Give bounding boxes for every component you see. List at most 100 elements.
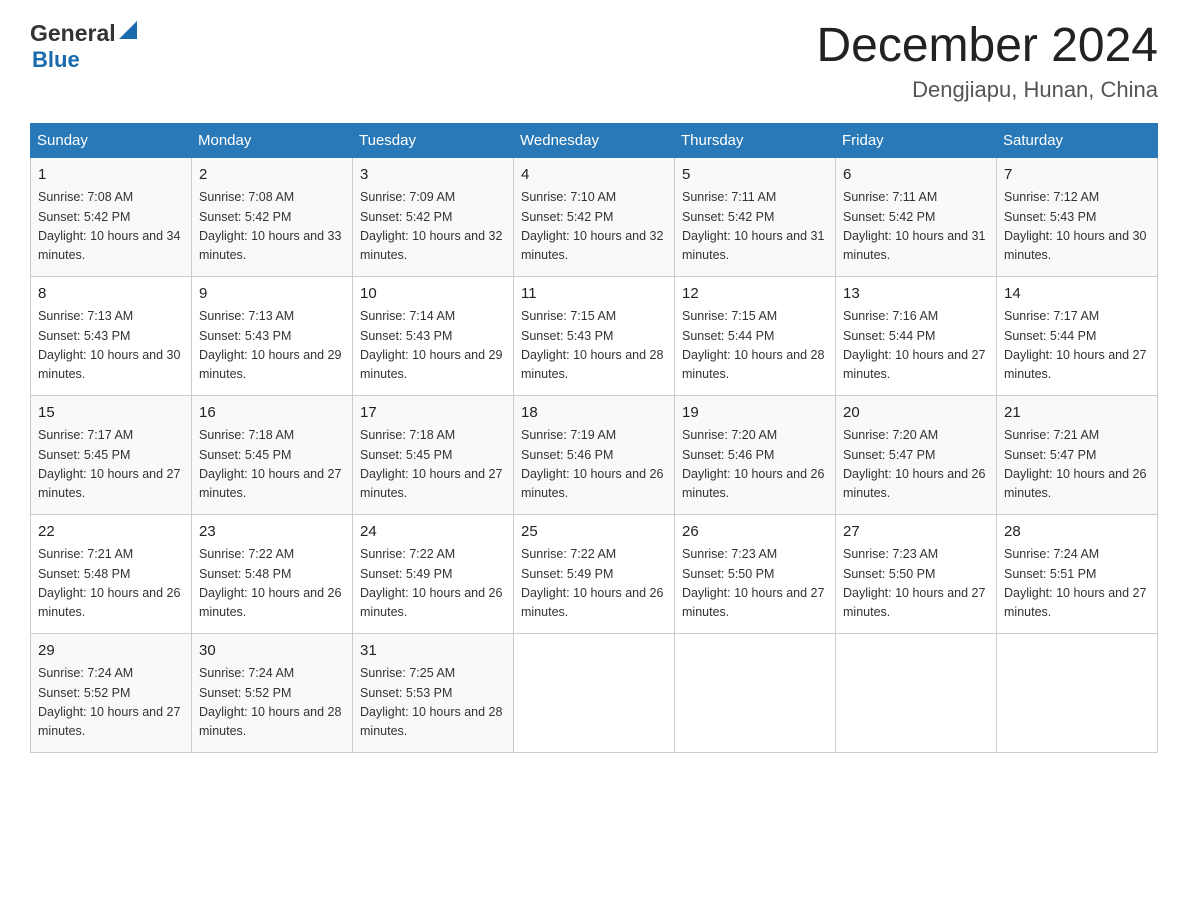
day-info: Sunrise: 7:12 AMSunset: 5:43 PMDaylight:… xyxy=(1004,188,1150,266)
day-number: 18 xyxy=(521,402,667,425)
month-title: December 2024 xyxy=(816,20,1158,73)
header-friday: Friday xyxy=(836,123,997,157)
calendar-cell: 1Sunrise: 7:08 AMSunset: 5:42 PMDaylight… xyxy=(31,157,192,276)
day-number: 8 xyxy=(38,283,184,306)
calendar-cell: 27Sunrise: 7:23 AMSunset: 5:50 PMDayligh… xyxy=(836,514,997,633)
calendar-cell xyxy=(514,633,675,752)
day-number: 14 xyxy=(1004,283,1150,306)
day-number: 29 xyxy=(38,640,184,663)
location-subtitle: Dengjiapu, Hunan, China xyxy=(816,77,1158,103)
calendar-cell: 24Sunrise: 7:22 AMSunset: 5:49 PMDayligh… xyxy=(353,514,514,633)
day-info: Sunrise: 7:11 AMSunset: 5:42 PMDaylight:… xyxy=(682,188,828,266)
day-number: 9 xyxy=(199,283,345,306)
day-number: 22 xyxy=(38,521,184,544)
calendar-cell: 13Sunrise: 7:16 AMSunset: 5:44 PMDayligh… xyxy=(836,276,997,395)
calendar-cell: 11Sunrise: 7:15 AMSunset: 5:43 PMDayligh… xyxy=(514,276,675,395)
day-number: 11 xyxy=(521,283,667,306)
calendar-table: SundayMondayTuesdayWednesdayThursdayFrid… xyxy=(30,123,1158,753)
day-number: 26 xyxy=(682,521,828,544)
calendar-cell: 31Sunrise: 7:25 AMSunset: 5:53 PMDayligh… xyxy=(353,633,514,752)
day-info: Sunrise: 7:22 AMSunset: 5:49 PMDaylight:… xyxy=(360,545,506,623)
day-info: Sunrise: 7:15 AMSunset: 5:44 PMDaylight:… xyxy=(682,307,828,385)
day-number: 19 xyxy=(682,402,828,425)
logo: General Blue xyxy=(30,20,137,73)
day-info: Sunrise: 7:08 AMSunset: 5:42 PMDaylight:… xyxy=(199,188,345,266)
day-number: 28 xyxy=(1004,521,1150,544)
calendar-cell xyxy=(997,633,1158,752)
days-header-row: SundayMondayTuesdayWednesdayThursdayFrid… xyxy=(31,123,1158,157)
day-number: 6 xyxy=(843,164,989,187)
day-number: 31 xyxy=(360,640,506,663)
day-number: 30 xyxy=(199,640,345,663)
week-row-1: 1Sunrise: 7:08 AMSunset: 5:42 PMDaylight… xyxy=(31,157,1158,276)
logo-general-text: General xyxy=(30,20,116,47)
day-info: Sunrise: 7:21 AMSunset: 5:47 PMDaylight:… xyxy=(1004,426,1150,504)
calendar-cell: 19Sunrise: 7:20 AMSunset: 5:46 PMDayligh… xyxy=(675,395,836,514)
calendar-cell: 2Sunrise: 7:08 AMSunset: 5:42 PMDaylight… xyxy=(192,157,353,276)
day-info: Sunrise: 7:13 AMSunset: 5:43 PMDaylight:… xyxy=(38,307,184,385)
day-number: 16 xyxy=(199,402,345,425)
day-number: 17 xyxy=(360,402,506,425)
logo-blue-text: Blue xyxy=(32,47,137,73)
header-saturday: Saturday xyxy=(997,123,1158,157)
day-info: Sunrise: 7:21 AMSunset: 5:48 PMDaylight:… xyxy=(38,545,184,623)
day-number: 5 xyxy=(682,164,828,187)
header-wednesday: Wednesday xyxy=(514,123,675,157)
calendar-cell: 18Sunrise: 7:19 AMSunset: 5:46 PMDayligh… xyxy=(514,395,675,514)
day-info: Sunrise: 7:18 AMSunset: 5:45 PMDaylight:… xyxy=(360,426,506,504)
day-number: 12 xyxy=(682,283,828,306)
calendar-cell: 23Sunrise: 7:22 AMSunset: 5:48 PMDayligh… xyxy=(192,514,353,633)
day-number: 3 xyxy=(360,164,506,187)
day-info: Sunrise: 7:25 AMSunset: 5:53 PMDaylight:… xyxy=(360,664,506,742)
day-info: Sunrise: 7:23 AMSunset: 5:50 PMDaylight:… xyxy=(843,545,989,623)
day-number: 21 xyxy=(1004,402,1150,425)
calendar-cell: 20Sunrise: 7:20 AMSunset: 5:47 PMDayligh… xyxy=(836,395,997,514)
calendar-cell: 29Sunrise: 7:24 AMSunset: 5:52 PMDayligh… xyxy=(31,633,192,752)
calendar-cell: 9Sunrise: 7:13 AMSunset: 5:43 PMDaylight… xyxy=(192,276,353,395)
week-row-4: 22Sunrise: 7:21 AMSunset: 5:48 PMDayligh… xyxy=(31,514,1158,633)
day-info: Sunrise: 7:13 AMSunset: 5:43 PMDaylight:… xyxy=(199,307,345,385)
calendar-cell: 30Sunrise: 7:24 AMSunset: 5:52 PMDayligh… xyxy=(192,633,353,752)
header-thursday: Thursday xyxy=(675,123,836,157)
calendar-cell: 15Sunrise: 7:17 AMSunset: 5:45 PMDayligh… xyxy=(31,395,192,514)
day-info: Sunrise: 7:20 AMSunset: 5:46 PMDaylight:… xyxy=(682,426,828,504)
title-section: December 2024 Dengjiapu, Hunan, China xyxy=(816,20,1158,103)
day-number: 13 xyxy=(843,283,989,306)
header-monday: Monday xyxy=(192,123,353,157)
day-info: Sunrise: 7:09 AMSunset: 5:42 PMDaylight:… xyxy=(360,188,506,266)
day-info: Sunrise: 7:10 AMSunset: 5:42 PMDaylight:… xyxy=(521,188,667,266)
day-number: 23 xyxy=(199,521,345,544)
day-info: Sunrise: 7:16 AMSunset: 5:44 PMDaylight:… xyxy=(843,307,989,385)
calendar-cell: 12Sunrise: 7:15 AMSunset: 5:44 PMDayligh… xyxy=(675,276,836,395)
day-info: Sunrise: 7:22 AMSunset: 5:48 PMDaylight:… xyxy=(199,545,345,623)
day-number: 27 xyxy=(843,521,989,544)
calendar-cell: 26Sunrise: 7:23 AMSunset: 5:50 PMDayligh… xyxy=(675,514,836,633)
calendar-cell: 17Sunrise: 7:18 AMSunset: 5:45 PMDayligh… xyxy=(353,395,514,514)
header-sunday: Sunday xyxy=(31,123,192,157)
page-header: General Blue December 2024 Dengjiapu, Hu… xyxy=(30,20,1158,103)
calendar-cell: 25Sunrise: 7:22 AMSunset: 5:49 PMDayligh… xyxy=(514,514,675,633)
day-info: Sunrise: 7:08 AMSunset: 5:42 PMDaylight:… xyxy=(38,188,184,266)
calendar-cell: 21Sunrise: 7:21 AMSunset: 5:47 PMDayligh… xyxy=(997,395,1158,514)
day-number: 15 xyxy=(38,402,184,425)
calendar-cell: 6Sunrise: 7:11 AMSunset: 5:42 PMDaylight… xyxy=(836,157,997,276)
calendar-cell: 16Sunrise: 7:18 AMSunset: 5:45 PMDayligh… xyxy=(192,395,353,514)
week-row-3: 15Sunrise: 7:17 AMSunset: 5:45 PMDayligh… xyxy=(31,395,1158,514)
day-info: Sunrise: 7:18 AMSunset: 5:45 PMDaylight:… xyxy=(199,426,345,504)
day-number: 10 xyxy=(360,283,506,306)
day-info: Sunrise: 7:17 AMSunset: 5:45 PMDaylight:… xyxy=(38,426,184,504)
day-info: Sunrise: 7:24 AMSunset: 5:51 PMDaylight:… xyxy=(1004,545,1150,623)
calendar-cell: 22Sunrise: 7:21 AMSunset: 5:48 PMDayligh… xyxy=(31,514,192,633)
day-info: Sunrise: 7:15 AMSunset: 5:43 PMDaylight:… xyxy=(521,307,667,385)
calendar-cell: 14Sunrise: 7:17 AMSunset: 5:44 PMDayligh… xyxy=(997,276,1158,395)
day-info: Sunrise: 7:14 AMSunset: 5:43 PMDaylight:… xyxy=(360,307,506,385)
day-number: 25 xyxy=(521,521,667,544)
calendar-cell: 8Sunrise: 7:13 AMSunset: 5:43 PMDaylight… xyxy=(31,276,192,395)
week-row-5: 29Sunrise: 7:24 AMSunset: 5:52 PMDayligh… xyxy=(31,633,1158,752)
calendar-cell xyxy=(836,633,997,752)
calendar-cell: 7Sunrise: 7:12 AMSunset: 5:43 PMDaylight… xyxy=(997,157,1158,276)
calendar-cell xyxy=(675,633,836,752)
day-info: Sunrise: 7:23 AMSunset: 5:50 PMDaylight:… xyxy=(682,545,828,623)
day-number: 1 xyxy=(38,164,184,187)
calendar-cell: 3Sunrise: 7:09 AMSunset: 5:42 PMDaylight… xyxy=(353,157,514,276)
